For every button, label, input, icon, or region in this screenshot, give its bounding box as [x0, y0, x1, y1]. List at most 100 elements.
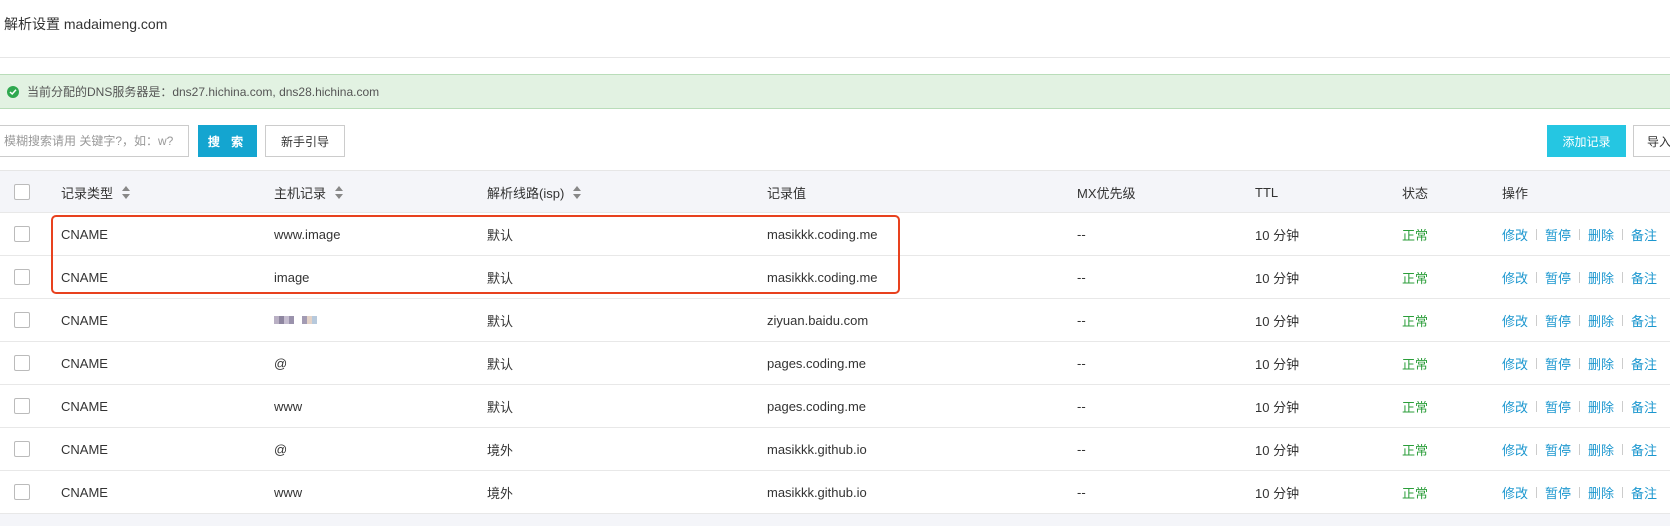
delete-link[interactable]: 删除 — [1588, 440, 1614, 459]
note-link[interactable]: 备注 — [1631, 483, 1657, 502]
import-button[interactable]: 导入 — [1633, 125, 1670, 157]
pause-link[interactable]: 暂停 — [1545, 483, 1571, 502]
delete-link[interactable]: 删除 — [1588, 397, 1614, 416]
resolution-line: 默认 — [487, 270, 514, 286]
row-actions: 修改 暂停 删除 备注 — [1502, 471, 1657, 513]
delete-link[interactable]: 删除 — [1588, 354, 1614, 373]
delete-link[interactable]: 删除 — [1588, 268, 1614, 287]
row-checkbox[interactable] — [14, 269, 30, 285]
pause-link[interactable]: 暂停 — [1545, 354, 1571, 373]
divider — [1536, 357, 1538, 369]
divider — [1536, 400, 1538, 412]
row-checkbox[interactable] — [14, 484, 30, 500]
record-type: CNAME — [61, 269, 108, 285]
note-link[interactable]: 备注 — [1631, 397, 1657, 416]
dns-records-table: 记录类型 主机记录 解析线路(isp) 记录值 MX优先级 TTL 状态 操作 … — [0, 170, 1670, 514]
row-checkbox[interactable] — [14, 441, 30, 457]
search-button[interactable]: 搜 索 — [198, 125, 257, 157]
toolbar: 搜 索 新手引导 添加记录 导入 — [0, 125, 1670, 157]
record-type: CNAME — [61, 355, 108, 371]
divider — [1622, 357, 1624, 369]
row-checkbox[interactable] — [14, 312, 30, 328]
column-header-status: 状态 — [1402, 185, 1429, 201]
note-link[interactable]: 备注 — [1631, 268, 1657, 287]
pause-link[interactable]: 暂停 — [1545, 440, 1571, 459]
row-checkbox[interactable] — [14, 355, 30, 371]
row-checkbox[interactable] — [14, 398, 30, 414]
table-row: CNAME @ 境外 masikkk.github.io -- 10 分钟 正常 修改 暂停 删除… — [0, 428, 1670, 471]
note-link[interactable]: 备注 — [1631, 311, 1657, 330]
sort-icon[interactable] — [335, 185, 344, 199]
ttl-value: 10 分钟 — [1255, 227, 1300, 243]
row-actions: 修改 暂停 删除 备注 — [1502, 213, 1657, 255]
mx-priority: -- — [1077, 441, 1086, 457]
mx-priority: -- — [1077, 269, 1086, 285]
column-header-ops: 操作 — [1502, 185, 1529, 201]
delete-link[interactable]: 删除 — [1588, 483, 1614, 502]
sort-icon[interactable] — [573, 185, 582, 199]
divider — [1622, 400, 1624, 412]
divider — [1622, 271, 1624, 283]
host-value: www.image — [274, 226, 341, 242]
resolution-line: 境外 — [487, 442, 514, 458]
column-header-line[interactable]: 解析线路(isp) — [487, 171, 582, 213]
record-value: masikkk.coding.me — [767, 226, 878, 242]
delete-link[interactable]: 删除 — [1588, 311, 1614, 330]
edit-link[interactable]: 修改 — [1502, 440, 1528, 459]
column-header-host[interactable]: 主机记录 — [274, 171, 344, 213]
row-checkbox[interactable] — [14, 226, 30, 242]
edit-link[interactable]: 修改 — [1502, 268, 1528, 287]
edit-link[interactable]: 修改 — [1502, 225, 1528, 244]
divider — [1579, 486, 1581, 498]
status-badge: 正常 — [1402, 313, 1429, 329]
select-all-checkbox[interactable] — [14, 184, 30, 200]
edit-link[interactable]: 修改 — [1502, 354, 1528, 373]
row-actions: 修改 暂停 删除 备注 — [1502, 428, 1657, 470]
table-row: CNAME www 境外 masikkk.github.io -- 10 分钟 正常 修改 暂停… — [0, 471, 1670, 514]
record-type: CNAME — [61, 226, 108, 242]
column-header-type[interactable]: 记录类型 — [61, 171, 131, 213]
column-header-mx: MX优先级 — [1077, 185, 1136, 201]
note-link[interactable]: 备注 — [1631, 354, 1657, 373]
divider — [1579, 228, 1581, 240]
divider — [1579, 357, 1581, 369]
note-link[interactable]: 备注 — [1631, 225, 1657, 244]
record-value: ziyuan.baidu.com — [767, 312, 869, 328]
row-actions: 修改 暂停 删除 备注 — [1502, 385, 1657, 427]
sort-icon[interactable] — [122, 185, 131, 199]
add-record-button[interactable]: 添加记录 — [1547, 125, 1626, 157]
title-divider — [0, 57, 1670, 58]
ttl-value: 10 分钟 — [1255, 313, 1300, 329]
delete-link[interactable]: 删除 — [1588, 225, 1614, 244]
ttl-value: 10 分钟 — [1255, 356, 1300, 372]
pause-link[interactable]: 暂停 — [1545, 268, 1571, 287]
pause-link[interactable]: 暂停 — [1545, 225, 1571, 244]
column-header-line-label: 解析线路(isp) — [487, 185, 565, 201]
table-footer — [0, 514, 1670, 526]
mx-priority: -- — [1077, 484, 1086, 500]
divider — [1579, 314, 1581, 326]
divider — [1579, 400, 1581, 412]
status-badge: 正常 — [1402, 227, 1429, 243]
column-header-ttl: TTL — [1255, 184, 1279, 200]
column-header-host-label: 主机记录 — [274, 185, 327, 201]
search-input[interactable] — [0, 125, 189, 157]
note-link[interactable]: 备注 — [1631, 440, 1657, 459]
resolution-line: 境外 — [487, 485, 514, 501]
mx-priority: -- — [1077, 312, 1086, 328]
edit-link[interactable]: 修改 — [1502, 397, 1528, 416]
record-value: pages.coding.me — [767, 355, 867, 371]
ttl-value: 10 分钟 — [1255, 399, 1300, 415]
table-row: CNAME @ 默认 pages.coding.me -- 10 分钟 正常 修改 暂停 删除 备注 — [0, 342, 1670, 385]
host-value: @ — [274, 355, 288, 371]
resolution-line: 默认 — [487, 356, 514, 372]
divider — [1622, 443, 1624, 455]
edit-link[interactable]: 修改 — [1502, 311, 1528, 330]
row-actions: 修改 暂停 删除 备注 — [1502, 256, 1657, 298]
status-badge: 正常 — [1402, 399, 1429, 415]
divider — [1622, 228, 1624, 240]
pause-link[interactable]: 暂停 — [1545, 311, 1571, 330]
pause-link[interactable]: 暂停 — [1545, 397, 1571, 416]
beginner-guide-button[interactable]: 新手引导 — [265, 125, 345, 157]
edit-link[interactable]: 修改 — [1502, 483, 1528, 502]
